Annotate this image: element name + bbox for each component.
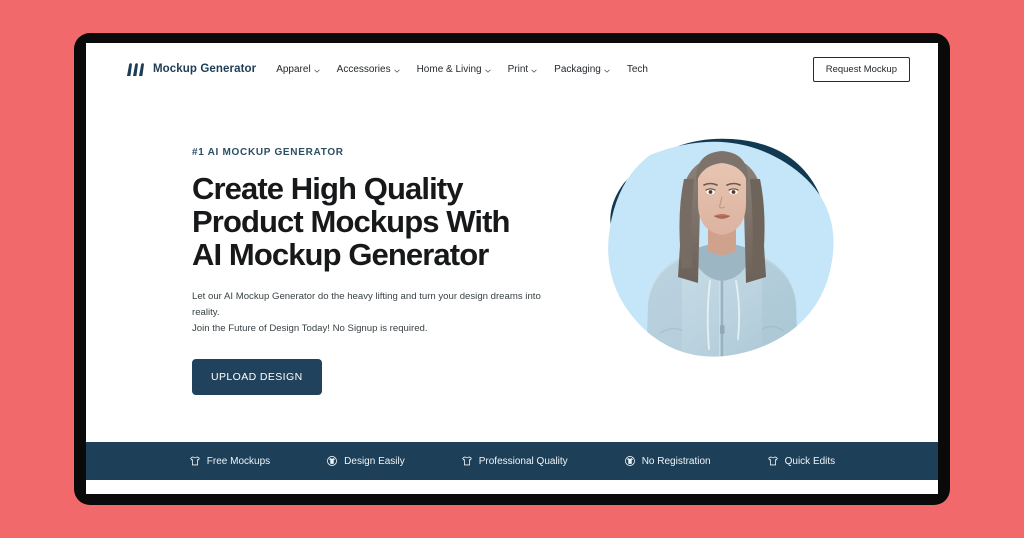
hero-copy: #1 AI MOCKUP GENERATOR Create High Quali…	[192, 147, 582, 395]
browser-screen: Mockup Generator Apparel Accessories Hom…	[86, 43, 938, 494]
hero-image	[586, 117, 856, 367]
device-frame: Mockup Generator Apparel Accessories Hom…	[74, 33, 950, 505]
brand-name: Mockup Generator	[153, 63, 257, 75]
tshirt-badge-icon	[624, 455, 636, 467]
upload-design-button[interactable]: UPLOAD DESIGN	[192, 359, 322, 395]
bars-logo-icon	[126, 62, 145, 77]
hero-eyebrow: #1 AI MOCKUP GENERATOR	[192, 147, 344, 158]
nav-item-label: Print	[507, 63, 529, 75]
chevron-down-icon	[531, 66, 537, 73]
tshirt-icon	[767, 455, 779, 467]
nav-item-label: Packaging	[554, 63, 601, 75]
nav-links: Apparel Accessories Home & Living Print …	[276, 64, 648, 75]
hero-section: #1 AI MOCKUP GENERATOR Create High Quali…	[86, 95, 938, 430]
nav-item-label: Tech	[626, 63, 648, 75]
chevron-down-icon	[485, 66, 491, 73]
feature-label: Professional Quality	[478, 455, 568, 467]
nav-item-label: Apparel	[276, 63, 311, 75]
feature-label: No Registration	[641, 455, 711, 467]
headline-line-3: AI Mockup Generator	[192, 237, 489, 272]
feature-item-design-easily[interactable]: Design Easily	[326, 455, 405, 467]
nav-item-apparel[interactable]: Apparel	[276, 63, 320, 75]
tshirt-icon	[461, 455, 473, 467]
tshirt-icon	[189, 455, 201, 467]
nav-item-accessories[interactable]: Accessories	[337, 64, 400, 75]
feature-item-free-mockups[interactable]: Free Mockups	[189, 455, 270, 467]
feature-label: Design Easily	[344, 455, 405, 467]
subcopy-line-1: Let our AI Mockup Generator do the heavy…	[192, 291, 541, 318]
headline-line-1: Create High Quality	[192, 171, 463, 206]
nav-item-label: Accessories	[336, 63, 391, 75]
headline-line-2: Product Mockups With	[192, 204, 510, 239]
tshirt-badge-icon	[326, 455, 338, 467]
feature-item-quick-edits[interactable]: Quick Edits	[767, 455, 836, 467]
feature-label: Free Mockups	[206, 455, 271, 467]
top-navigation-bar: Mockup Generator Apparel Accessories Hom…	[86, 43, 938, 95]
request-mockup-button[interactable]: Request Mockup	[812, 56, 910, 82]
feature-bar: Free Mockups Design Easily Professional …	[86, 442, 938, 480]
page-background: Mockup Generator Apparel Accessories Hom…	[0, 0, 1024, 538]
chevron-down-icon	[393, 66, 400, 73]
brand-logo[interactable]: Mockup Generator	[126, 62, 256, 77]
nav-item-print[interactable]: Print	[508, 64, 538, 75]
feature-label: Quick Edits	[784, 455, 836, 467]
chevron-down-icon	[604, 66, 610, 73]
chevron-down-icon	[314, 66, 320, 73]
nav-item-home-living[interactable]: Home & Living	[417, 64, 491, 75]
nav-item-packaging[interactable]: Packaging	[554, 64, 610, 75]
feature-item-professional-quality[interactable]: Professional Quality	[461, 455, 568, 467]
nav-item-tech[interactable]: Tech	[627, 64, 648, 75]
subcopy-line-2: Join the Future of Design Today! No Sign…	[192, 323, 428, 334]
page-title: Create High Quality Product Mockups With…	[192, 172, 582, 271]
feature-item-no-registration[interactable]: No Registration	[624, 455, 711, 467]
hero-subcopy: Let our AI Mockup Generator do the heavy…	[192, 289, 564, 337]
nav-item-label: Home & Living	[416, 63, 482, 75]
